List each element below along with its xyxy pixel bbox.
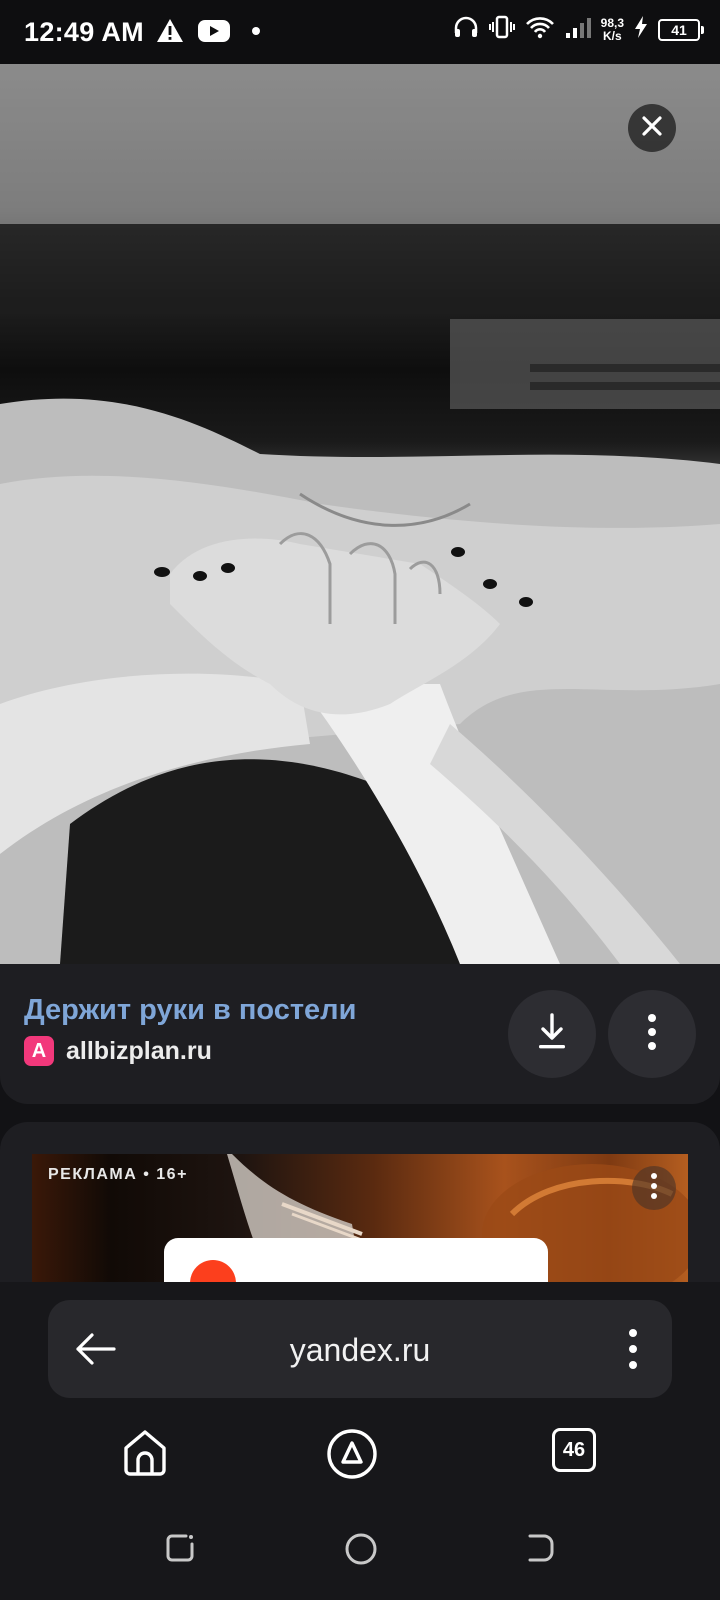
home-button[interactable] [122,1428,168,1481]
youtube-icon [198,19,230,48]
system-back-button[interactable] [524,1532,556,1569]
alice-button[interactable] [326,1428,378,1485]
system-home-button[interactable] [344,1532,378,1571]
close-button[interactable] [628,104,676,152]
status-time: 12:49 AM [24,17,144,47]
more-vertical-icon [650,1172,658,1205]
tab-count: 46 [552,1428,596,1472]
warning-icon [156,18,184,49]
more-vertical-icon [647,1013,657,1056]
network-speed-value: 98,3 [600,15,624,30]
circle-home-icon [344,1533,378,1570]
signal-icon [565,15,591,44]
ad-banner[interactable]: РЕКЛАМА • 16+ [32,1154,688,1282]
close-icon [641,115,663,142]
charging-icon [634,16,648,43]
back-gesture-icon [524,1534,556,1568]
vibrate-icon [488,14,515,45]
network-speed: 98,3 K/s [600,15,624,43]
url-text[interactable]: yandex.ru [48,1332,672,1369]
status-bar: 12:49 AM 98,3 K/s 41 [0,0,720,64]
source-domain: allbizplan.ru [66,1036,212,1065]
source-link[interactable]: A allbizplan.ru [24,1036,212,1066]
browser-menu-button[interactable] [628,1328,638,1375]
result-more-button[interactable] [608,990,696,1078]
photo-illustration [0,64,720,964]
wifi-icon [525,15,555,44]
source-favicon: A [24,1036,54,1066]
yandex-logo-icon [190,1260,236,1282]
battery-icon: 41 [658,18,704,41]
network-speed-unit: K/s [602,28,622,43]
more-vertical-icon [628,1329,638,1374]
recents-button[interactable] [164,1532,196,1569]
alice-icon [326,1429,378,1484]
ad-card[interactable]: РЕКЛАМА • 16+ [0,1122,720,1282]
download-icon [537,1012,567,1056]
photo-preview[interactable] [0,64,720,964]
ad-label: РЕКЛАМА • 16+ [48,1166,188,1183]
dot-icon [244,19,268,48]
tabs-button[interactable]: 46 [552,1428,596,1472]
status-right-icons: 98,3 K/s 41 [453,14,704,45]
download-button[interactable] [508,990,596,1078]
address-bar[interactable]: yandex.ru [48,1300,672,1398]
image-title-link[interactable]: Держит руки в постели [24,994,356,1027]
ad-more-button[interactable] [632,1166,676,1210]
status-left-icons [156,18,268,49]
home-icon [122,1430,168,1480]
recents-icon [164,1534,196,1568]
ad-popup-card[interactable] [164,1238,548,1282]
headphones-icon [453,15,479,44]
